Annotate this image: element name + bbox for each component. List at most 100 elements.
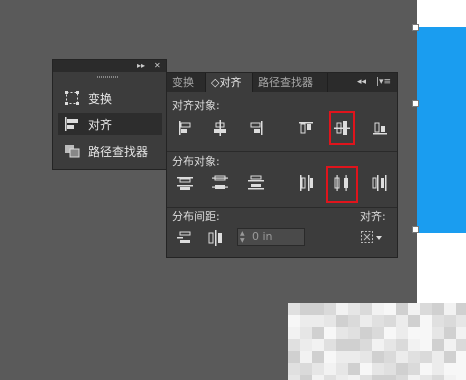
mosaic-tile (336, 339, 348, 351)
mosaic-tile (288, 315, 300, 327)
mosaic-tile (324, 303, 336, 315)
tab-pathfinder[interactable]: 路径查找器 (253, 73, 328, 92)
distribute-bottom-icon[interactable] (247, 174, 265, 192)
mosaic-tile (324, 339, 336, 351)
mosaic-tile (348, 363, 360, 375)
mosaic-tile (384, 351, 396, 363)
align-bottom-icon[interactable] (371, 119, 389, 137)
mosaic-tile (420, 339, 432, 351)
mosaic-tile (312, 375, 324, 380)
mosaic-tile (372, 327, 384, 339)
mosaic-tile (420, 303, 432, 315)
mosaic-tile (336, 363, 348, 375)
mosaic-tile (288, 351, 300, 363)
distribute-top-icon[interactable] (176, 174, 194, 192)
mini-panel-titlebar[interactable]: ▸▸ ✕ (53, 60, 166, 72)
mosaic-tile (456, 363, 466, 375)
mosaic-tile (384, 363, 396, 375)
align-objects-label: 对齐对象: (172, 99, 220, 112)
mosaic-tile (288, 363, 300, 375)
mosaic-tile (300, 351, 312, 363)
mosaic-tile (336, 315, 348, 327)
mosaic-tile (360, 363, 372, 375)
mosaic-tile (396, 303, 408, 315)
spacing-value-input[interactable]: ▲ ▼ 0 in (237, 228, 305, 246)
selection-anchor-point[interactable] (412, 226, 419, 233)
mosaic-tile (372, 375, 384, 380)
mosaic-tile (360, 303, 372, 315)
distribute-vertical-center-icon[interactable] (211, 174, 229, 192)
close-icon[interactable]: ✕ (154, 60, 161, 72)
mosaic-tile (420, 375, 432, 380)
selected-blue-rectangle[interactable] (417, 27, 466, 233)
mosaic-tile (288, 303, 300, 315)
mosaic-tile (360, 327, 372, 339)
align-left-icon[interactable] (176, 119, 194, 137)
mosaic-tile (444, 363, 456, 375)
mosaic-tile (408, 339, 420, 351)
mosaic-tile (312, 315, 324, 327)
selection-anchor-point[interactable] (412, 24, 419, 31)
mosaic-tile (324, 351, 336, 363)
mosaic-tile (432, 315, 444, 327)
selection-anchor-point[interactable] (412, 100, 419, 107)
mosaic-tile (348, 375, 360, 380)
mini-item-label: 路径查找器 (88, 144, 149, 159)
mosaic-tile (300, 339, 312, 351)
tab-transform[interactable]: 变换 (167, 73, 206, 92)
mini-item-align[interactable]: 对齐 (58, 113, 162, 135)
mosaic-tile (312, 339, 324, 351)
mosaic-tile (324, 327, 336, 339)
mini-item-label: 变换 (88, 91, 113, 106)
mosaic-tile (420, 351, 432, 363)
align-right-icon[interactable] (247, 119, 265, 137)
mini-item-pathfinder[interactable]: 路径查找器 (58, 140, 162, 162)
mosaic-tile (372, 315, 384, 327)
mosaic-tile (384, 327, 396, 339)
mosaic-tile (336, 351, 348, 363)
collapse-icon[interactable]: ◂◂ (357, 73, 366, 92)
mosaic-tile (324, 363, 336, 375)
mini-item-transform[interactable]: 变换 (58, 87, 162, 109)
align-panel: 变换 ◇对齐 路径查找器 ◂◂ |▾≡ 对齐对象: 分布对象: 分布间距: 对齐… (166, 72, 398, 258)
mosaic-tile (444, 327, 456, 339)
distribute-spacing-label: 分布间距: (172, 210, 220, 223)
mosaic-tile (360, 315, 372, 327)
mosaic-tile (444, 351, 456, 363)
mosaic-tile (396, 327, 408, 339)
align-top-icon[interactable] (297, 119, 315, 137)
distribute-right-icon[interactable] (371, 174, 389, 192)
mosaic-tile (384, 303, 396, 315)
panel-menu-icon[interactable]: |▾≡ (376, 73, 391, 92)
distribute-left-icon[interactable] (297, 174, 315, 192)
distribute-vertical-space-icon[interactable] (176, 229, 194, 247)
spinner-arrows-icon[interactable]: ▲ ▼ (240, 230, 248, 244)
mosaic-tile (432, 339, 444, 351)
mosaic-tile (336, 375, 348, 380)
align-to-dropdown[interactable] (360, 229, 384, 245)
mosaic-tile (372, 351, 384, 363)
mosaic-tile (420, 315, 432, 327)
mosaic-tile (312, 351, 324, 363)
transform-icon (64, 90, 80, 106)
mosaic-tile (396, 363, 408, 375)
highlight-box (326, 166, 358, 203)
mosaic-tile (408, 303, 420, 315)
mosaic-tile (324, 375, 336, 380)
mosaic-tile (396, 315, 408, 327)
distribute-horizontal-space-icon[interactable] (207, 229, 225, 247)
highlight-box (329, 111, 355, 145)
mosaic-tile (288, 339, 300, 351)
align-horizontal-center-icon[interactable] (211, 119, 229, 137)
panel-grip[interactable] (97, 76, 119, 78)
tab-align[interactable]: ◇对齐 (206, 73, 253, 92)
collapse-icon[interactable]: ▸▸ (137, 60, 145, 72)
pathfinder-icon (64, 143, 80, 159)
mosaic-tile (408, 315, 420, 327)
mosaic-tile (408, 327, 420, 339)
mosaic-tile (432, 375, 444, 380)
mosaic-tile (444, 375, 456, 380)
distribute-objects-label: 分布对象: (172, 155, 220, 168)
mosaic-tile (312, 327, 324, 339)
mosaic-tile (324, 315, 336, 327)
